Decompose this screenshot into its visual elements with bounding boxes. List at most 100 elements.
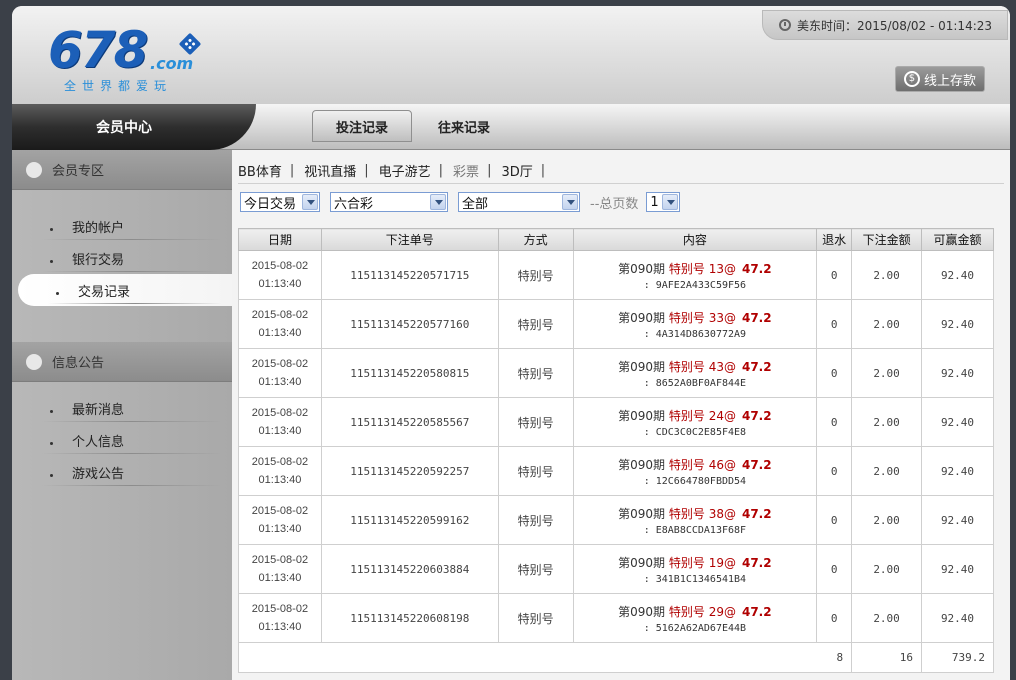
bet-selection: 特别号 29@ [668, 604, 736, 619]
bet-code: : 8652A0BF0AF844E [643, 377, 747, 389]
table-row: 2015-08-02 01:13:40 115113145220580815 特别号第… [238, 348, 994, 398]
column-header: 下注单号 [320, 228, 499, 251]
page-select[interactable]: 1 [646, 192, 681, 212]
online-deposit-button[interactable]: $ 线上存款 [895, 66, 985, 92]
app-window: 678 .com 全世界都爱玩 美东时间：2015/08/02 - 01:14:… [12, 6, 1010, 680]
site-logo[interactable]: 678 .com 全世界都爱玩 [48, 24, 218, 94]
chevron-down-icon [562, 194, 578, 210]
bet-period: 第090期 [618, 310, 666, 325]
bet-period: 第090期 [618, 408, 666, 423]
sidebar-item-my-account[interactable]: 我的帐户 [12, 210, 232, 242]
cell-rebate: 0 [816, 593, 853, 643]
bet-period: 第090期 [618, 359, 666, 374]
sidebar-item-bank-transactions[interactable]: 银行交易 [12, 242, 232, 274]
period-select[interactable]: 今日交易 [240, 192, 320, 212]
table-row: 2015-08-02 01:13:40 115113145220608198 特别号第… [238, 593, 994, 643]
cell-method: 特别号 [497, 495, 574, 545]
bet-code: : 4A314D8630772A9 [643, 328, 747, 340]
cell-date: 2015-08-02 01:13:40 [238, 397, 322, 447]
bet-period: 第090期 [618, 261, 666, 276]
cell-bet-id: 115113145220585567 [320, 397, 499, 447]
bullet-icon [50, 228, 53, 231]
bet-selection: 特别号 43@ [668, 359, 736, 374]
bet-records-table: 日期 下注单号 方式 内容 退水 下注金额 可赢金额 2015-08-02 01:… [237, 228, 994, 673]
sidebar-item-label: 交易记录 [78, 284, 131, 300]
us-eastern-clock: 美东时间：2015/08/02 - 01:14:23 [762, 10, 1008, 40]
category-slots[interactable]: 电子游艺 [379, 161, 431, 180]
bet-code: : 12C664780FBDD54 [643, 475, 747, 487]
bullet-icon [50, 442, 53, 445]
cell-bet-amount: 2.00 [851, 397, 923, 447]
cell-bet-id: 115113145220592257 [320, 446, 499, 496]
cell-content: 第090期 特别号 29@ 47.2: 5162A62AD67E44B [572, 593, 818, 643]
category-lottery[interactable]: 彩票 [453, 161, 479, 180]
category-3d-hall[interactable]: 3D厅 [501, 161, 532, 180]
time-value: 01:13:40 [258, 474, 302, 486]
bet-odds: 47.2 [741, 408, 772, 423]
scope-select[interactable]: 全部 [458, 192, 580, 212]
logo-suffix: .com [150, 54, 194, 73]
cell-bet-amount: 2.00 [851, 299, 923, 349]
cell-rebate: 0 [816, 250, 853, 300]
total-pages-label: --总页数 [590, 196, 639, 212]
table-row: 2015-08-02 01:13:40 115113145220577160 特别号第… [238, 299, 994, 349]
bet-code: : 9AFE2A433C59F56 [643, 279, 747, 291]
sidebar-item-personal-info[interactable]: 个人信息 [12, 424, 232, 456]
category-live-video[interactable]: 视讯直播 [304, 161, 356, 180]
total-bet-amount: 16 [851, 642, 922, 673]
cell-bet-id: 115113145220608198 [320, 593, 499, 643]
cell-content: 第090期 特别号 24@ 47.2: CDC3C0C2E85F4E8 [572, 397, 818, 447]
cell-rebate: 0 [816, 397, 853, 447]
date-value: 2015-08-02 [251, 358, 309, 370]
bet-period: 第090期 [618, 506, 666, 521]
cell-rebate: 0 [816, 544, 853, 594]
cell-bet-amount: 2.00 [851, 250, 923, 300]
sidebar: 会员专区 我的帐户 银行交易 交易记录 信息公告 最新消息 个人信息 游戏公告 [12, 150, 232, 680]
table-total-row: 8 16 739.2 [237, 642, 994, 673]
online-deposit-label: 线上存款 [923, 73, 976, 89]
cell-date: 2015-08-02 01:13:40 [238, 250, 322, 300]
cell-content: 第090期 特别号 38@ 47.2: E8AB8CCDA13F68F [572, 495, 818, 545]
time-value: 01:13:40 [258, 327, 302, 339]
category-bb-sports[interactable]: BB体育 [238, 161, 282, 180]
game-select[interactable]: 六合彩 [330, 192, 448, 212]
sidebar-item-label: 游戏公告 [72, 466, 125, 482]
cell-bet-amount: 2.00 [851, 544, 923, 594]
chevron-down-icon [662, 194, 679, 210]
sidebar-item-transaction-records[interactable]: 交易记录 [18, 274, 232, 306]
sidebar-section-title: 会员专区 [52, 164, 105, 179]
sidebar-section-member: 会员专区 [12, 150, 232, 190]
column-header: 日期 [238, 228, 322, 251]
cell-content: 第090期 特别号 19@ 47.2: 341B1C1346541B4 [572, 544, 818, 594]
bet-odds: 47.2 [741, 261, 772, 276]
bullet-icon [50, 410, 53, 413]
sidebar-item-game-announcements[interactable]: 游戏公告 [12, 456, 232, 488]
clock-icon [779, 19, 791, 31]
cell-bet-id: 115113145220580815 [320, 348, 499, 398]
cell-date: 2015-08-02 01:13:40 [238, 299, 322, 349]
main-nav: 会员中心 投注记录 往来记录 [12, 104, 1010, 150]
column-header: 内容 [572, 228, 818, 251]
tab-bet-records[interactable]: 投注记录 [312, 110, 412, 142]
game-select-value: 六合彩 [334, 196, 374, 212]
clock-text: 美东时间：2015/08/02 - 01:14:23 [797, 18, 993, 33]
date-value: 2015-08-02 [251, 554, 309, 566]
cell-win-amount: 92.40 [921, 348, 994, 398]
cell-bet-id: 115113145220571715 [320, 250, 499, 300]
bullet-icon [50, 474, 53, 477]
table-row: 2015-08-02 01:13:40 115113145220592257 特别号第… [238, 446, 994, 496]
dollar-icon: $ [903, 71, 920, 87]
chevron-down-icon [430, 194, 446, 210]
cell-rebate: 0 [816, 495, 853, 545]
sidebar-section-title: 信息公告 [52, 356, 105, 371]
total-spacer [237, 642, 817, 673]
cell-rebate: 0 [816, 446, 853, 496]
cell-bet-id: 115113145220603884 [320, 544, 499, 594]
tab-transfer-records[interactable]: 往来记录 [424, 110, 504, 142]
date-value: 2015-08-02 [251, 309, 309, 321]
sidebar-item-latest-news[interactable]: 最新消息 [12, 392, 232, 424]
bet-selection: 特别号 19@ [668, 555, 736, 570]
bet-odds: 47.2 [741, 310, 772, 325]
cell-date: 2015-08-02 01:13:40 [238, 495, 322, 545]
cell-win-amount: 92.40 [921, 299, 994, 349]
